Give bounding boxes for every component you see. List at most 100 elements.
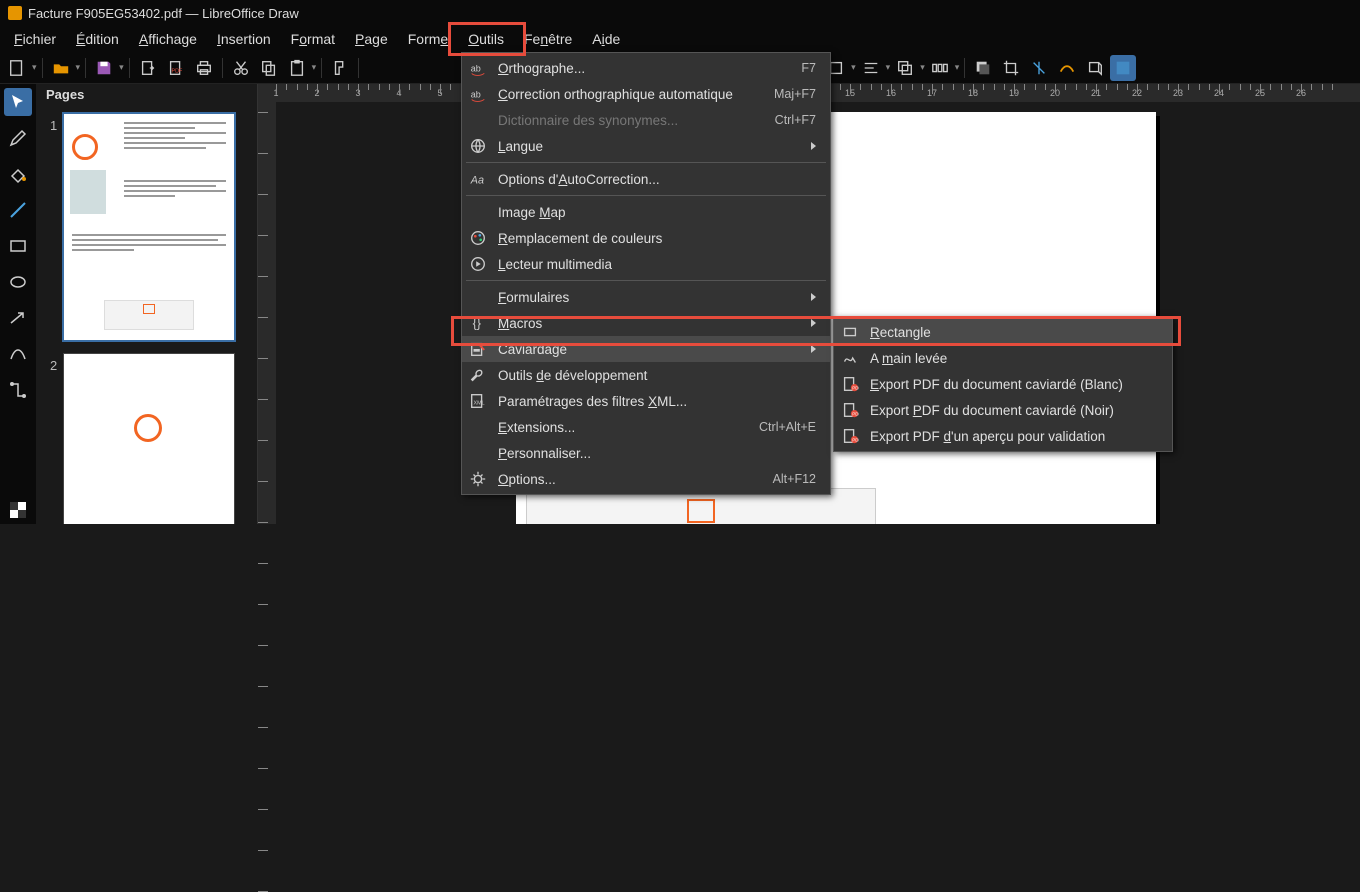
- blank-icon: [468, 202, 488, 222]
- svg-text:ab: ab: [471, 90, 481, 100]
- menu-item-formulaires[interactable]: Formulaires: [462, 284, 830, 310]
- logo-icon: [72, 134, 98, 160]
- pages-header: Pages: [38, 84, 257, 106]
- pdf-icon: PDF: [840, 400, 860, 420]
- page-thumbnail[interactable]: 1: [44, 114, 251, 340]
- pencil-tool[interactable]: [4, 124, 32, 152]
- menu-item-label: Remplacement de couleurs: [498, 231, 816, 246]
- menu-affichage[interactable]: Affichage: [129, 28, 207, 50]
- curve-tool[interactable]: [4, 340, 32, 368]
- arrow-tool[interactable]: [4, 304, 32, 332]
- svg-text:PDF: PDF: [171, 68, 182, 74]
- page-number: 2: [50, 358, 57, 373]
- menu-item-orthographe[interactable]: abOrthographe...F7: [462, 55, 830, 81]
- menu-format[interactable]: Format: [281, 28, 345, 50]
- menu-item-remplacement-de-couleurs[interactable]: Remplacement de couleurs: [462, 225, 830, 251]
- rectangle-tool[interactable]: [4, 232, 32, 260]
- menu-item-personnaliser[interactable]: Personnaliser...: [462, 440, 830, 466]
- menu-item-label: Export PDF du document caviardé (Noir): [870, 403, 1158, 418]
- menu-fenêtre[interactable]: Fenêtre: [514, 28, 582, 50]
- menu-item-macros[interactable]: {}Macros: [462, 310, 830, 336]
- gluepoints-button[interactable]: [1054, 55, 1080, 81]
- svg-text:XML: XML: [474, 401, 485, 407]
- menu-item-extensions[interactable]: Extensions...Ctrl+Alt+E: [462, 414, 830, 440]
- menu-item-dictionnaire-des-synonymes: Dictionnaire des synonymes...Ctrl+F7: [462, 107, 830, 133]
- redact-submenu: RectangleA main levéePDFExport PDF du do…: [833, 316, 1173, 452]
- save-button[interactable]: [91, 55, 117, 81]
- menu-item-rectangle[interactable]: Rectangle: [834, 319, 1172, 345]
- extrusion-button[interactable]: [1082, 55, 1108, 81]
- page-thumbnail[interactable]: 2: [44, 354, 251, 524]
- menu-item-options[interactable]: Options...Alt+F12: [462, 466, 830, 492]
- wrench-icon: [468, 365, 488, 385]
- select-tool[interactable]: [4, 88, 32, 116]
- menu-outils[interactable]: Outils: [458, 28, 514, 50]
- free-icon: [840, 348, 860, 368]
- align-button[interactable]: [858, 55, 884, 81]
- menu-item-caviardage[interactable]: Caviardage: [462, 336, 830, 362]
- menu-item-label: Correction orthographique automatique: [498, 87, 740, 102]
- menu-item-label: Rectangle: [870, 325, 1158, 340]
- menu-page[interactable]: Page: [345, 28, 398, 50]
- menu-item-accelerator: Alt+F12: [773, 472, 816, 486]
- menu-aide[interactable]: Aide: [582, 28, 630, 50]
- pdf-icon: PDF: [840, 374, 860, 394]
- menu-forme[interactable]: Forme: [398, 28, 458, 50]
- redact-icon: [468, 339, 488, 359]
- menu-item-export-pdf-du-document-caviard-noir[interactable]: PDF Export PDF du document caviardé (Noir…: [834, 397, 1172, 423]
- draw-functions-button[interactable]: [1110, 55, 1136, 81]
- line-tool[interactable]: [4, 196, 32, 224]
- menu-item-label: Dictionnaire des synonymes...: [498, 113, 741, 128]
- menu-item-label: Personnaliser...: [498, 446, 816, 461]
- menu-item-label: A main levée: [870, 351, 1158, 366]
- menu-item-image-map[interactable]: Image Map: [462, 199, 830, 225]
- clone-format-button[interactable]: [327, 55, 353, 81]
- paste-button[interactable]: [284, 55, 310, 81]
- blank-icon: [468, 287, 488, 307]
- blank-icon: [468, 443, 488, 463]
- svg-text:{}: {}: [473, 317, 481, 331]
- menu-item-outils-de-d-veloppement[interactable]: Outils de développement: [462, 362, 830, 388]
- export-pdf-button[interactable]: PDF: [163, 55, 189, 81]
- new-doc-button[interactable]: [4, 55, 30, 81]
- ellipse-tool[interactable]: [4, 268, 32, 296]
- cut-button[interactable]: [228, 55, 254, 81]
- menu-fichier[interactable]: Fichier: [4, 28, 66, 50]
- copy-button[interactable]: [256, 55, 282, 81]
- menu-item-label: Image Map: [498, 205, 816, 220]
- menu-item-correction-orthographique-automatique[interactable]: abCorrection orthographique automatiqueM…: [462, 81, 830, 107]
- palette-icon: [468, 228, 488, 248]
- svg-text:Aa: Aa: [470, 175, 484, 187]
- menu-item-lecteur-multimedia[interactable]: Lecteur multimedia: [462, 251, 830, 277]
- menu-édition[interactable]: Édition: [66, 28, 129, 50]
- menu-insertion[interactable]: Insertion: [207, 28, 281, 50]
- vertical-ruler: [258, 102, 276, 524]
- fill-tool[interactable]: [4, 160, 32, 188]
- page-thumbnails: 1 2: [38, 106, 257, 524]
- menu-item-label: Options d'AutoCorrection...: [498, 172, 816, 187]
- menu-item-options-d-autocorrection[interactable]: Aa Options d'AutoCorrection...: [462, 166, 830, 192]
- arrange-button[interactable]: [892, 55, 918, 81]
- crop-button[interactable]: [998, 55, 1024, 81]
- menu-item-label: Caviardage: [498, 342, 783, 357]
- title-bar: Facture F905EG53402.pdf — LibreOffice Dr…: [0, 0, 1360, 26]
- globe-icon: [468, 136, 488, 156]
- open-button[interactable]: [48, 55, 74, 81]
- menu-item-export-pdf-d-un-aper-u-pour-validation[interactable]: PDFExport PDF d'un aperçu pour validatio…: [834, 423, 1172, 449]
- print-button[interactable]: [191, 55, 217, 81]
- shadow-button[interactable]: [970, 55, 996, 81]
- checker-tool[interactable]: [4, 496, 32, 524]
- menu-item-a-main-lev-e[interactable]: A main levée: [834, 345, 1172, 371]
- menu-item-param-trages-des-filtres-xml[interactable]: XMLParamétrages des filtres XML...: [462, 388, 830, 414]
- blank-icon: [468, 417, 488, 437]
- submenu-arrow-icon: [811, 142, 816, 150]
- menu-item-label: Extensions...: [498, 420, 725, 435]
- distribute-button[interactable]: [927, 55, 953, 81]
- connector-tool[interactable]: [4, 376, 32, 404]
- filter-button[interactable]: [1026, 55, 1052, 81]
- menu-item-export-pdf-du-document-caviard-blanc[interactable]: PDFExport PDF du document caviardé (Blan…: [834, 371, 1172, 397]
- pages-panel: Pages 1 2: [38, 84, 258, 524]
- menu-item-langue[interactable]: Langue: [462, 133, 830, 159]
- export-button[interactable]: [135, 55, 161, 81]
- menu-item-label: Lecteur multimedia: [498, 257, 816, 272]
